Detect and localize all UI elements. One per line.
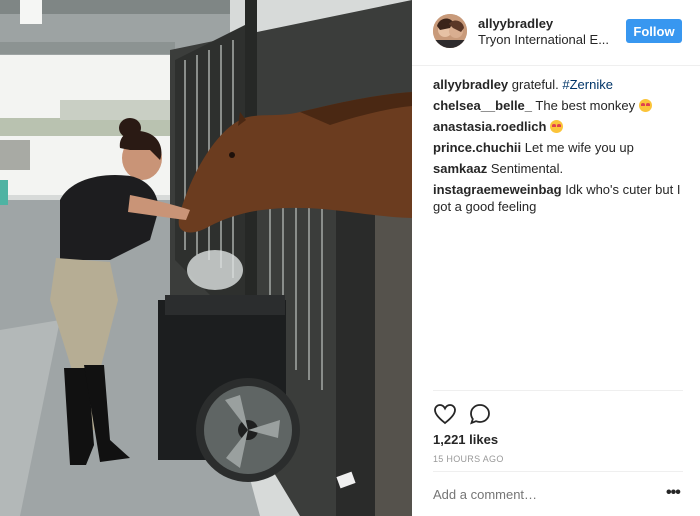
comment-username[interactable]: prince.chuchii (433, 140, 521, 155)
comment-username[interactable]: allyybradley (433, 77, 508, 92)
post-timestamp: 15 HOURS AGO (433, 454, 504, 464)
post-side-panel: allyybradley Tryon International E... Fo… (412, 0, 700, 516)
divider (433, 471, 683, 472)
post-location[interactable]: Tryon International E... (478, 32, 610, 47)
comment-text: Sentimental. (490, 161, 564, 176)
avatar[interactable] (433, 14, 467, 48)
stable-scene-image (0, 0, 412, 516)
post-header: allyybradley Tryon International E... Fo… (412, 0, 700, 66)
comment-item: samkaaz Sentimental. (433, 160, 693, 177)
comment-item: anastasia.roedlich (433, 118, 693, 135)
comment-username[interactable]: samkaaz (433, 161, 487, 176)
divider (433, 390, 683, 391)
comment-username[interactable]: anastasia.roedlich (433, 119, 546, 134)
heart-eyes-emoji-icon (638, 99, 652, 112)
comment-username[interactable]: chelsea__belle_ (433, 98, 532, 113)
comment-item: instagraemeweinbag Idk who's cuter but I… (433, 181, 693, 215)
comment-text: grateful. (511, 77, 563, 92)
hashtag-link[interactable]: #Zernike (562, 77, 613, 92)
comment-icon[interactable] (468, 402, 492, 426)
heart-eyes-emoji-icon (550, 120, 564, 133)
more-options-icon[interactable]: ••• (666, 485, 684, 503)
like-count[interactable]: 1,221 likes (433, 432, 498, 447)
heart-icon[interactable] (433, 402, 457, 426)
post-author-username[interactable]: allyybradley (478, 16, 553, 31)
comment-list: allyybradley grateful. #Zernike chelsea_… (433, 76, 693, 219)
post-photo[interactable] (0, 0, 412, 516)
comment-item: prince.chuchii Let me wife you up (433, 139, 693, 156)
follow-button[interactable]: Follow (626, 19, 682, 43)
comment-username[interactable]: instagraemeweinbag (433, 182, 562, 197)
avatar-image (433, 14, 467, 48)
comment-item: allyybradley grateful. #Zernike (433, 76, 693, 93)
comment-item: chelsea__belle_ The best monkey (433, 97, 693, 114)
comment-text: The best monkey (535, 98, 636, 113)
add-comment-input[interactable] (433, 487, 633, 502)
comment-text: Let me wife you up (524, 140, 634, 155)
